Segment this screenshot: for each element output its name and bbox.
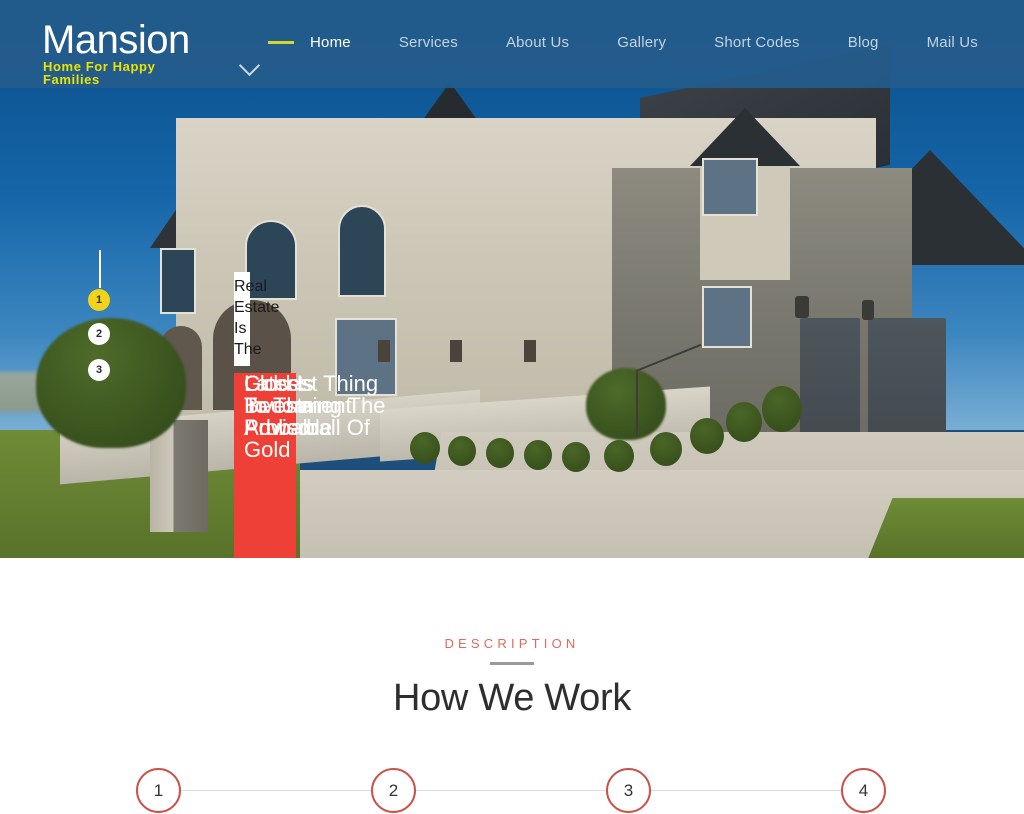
- tree-left: [36, 318, 186, 448]
- hero-slider: Mansion Home For Happy Families Home Ser…: [0, 0, 1024, 558]
- lawn-right: [867, 498, 1024, 558]
- step-1[interactable]: 1: [136, 768, 181, 813]
- handrail-post: [636, 372, 638, 436]
- step-3[interactable]: 3: [606, 768, 651, 813]
- shrub-4: [524, 440, 552, 470]
- stone-pillar: [150, 420, 208, 532]
- nav-item-blog[interactable]: Blog: [824, 34, 903, 51]
- section-eyebrow: DESCRIPTION: [444, 636, 580, 651]
- step-2[interactable]: 2: [371, 768, 416, 813]
- shrub-1: [410, 432, 440, 464]
- window-far-left: [160, 248, 196, 314]
- slider-bullet-1[interactable]: 1: [88, 289, 110, 311]
- section-divider: [490, 662, 534, 665]
- tree-center: [586, 368, 666, 440]
- wall-lamp-right: [862, 300, 874, 320]
- site-logo[interactable]: Mansion Home For Happy Families: [42, 18, 272, 86]
- logo-title: Mansion: [42, 18, 190, 62]
- main-navigation: Home Services About Us Gallery Short Cod…: [268, 34, 1002, 51]
- nav-item-home[interactable]: Home: [310, 34, 375, 51]
- garage-door-right: [868, 318, 946, 438]
- how-we-work-steps: 1 2 3 4: [0, 768, 1024, 814]
- description-section: DESCRIPTION How We Work: [0, 558, 1024, 800]
- shrub-3: [486, 438, 514, 468]
- shrub-8: [690, 418, 724, 454]
- nav-item-mail-us[interactable]: Mail Us: [903, 34, 1002, 51]
- step-connector-3: [651, 790, 841, 791]
- slider-bullet-2[interactable]: 2: [88, 323, 110, 345]
- nav-item-services[interactable]: Services: [375, 34, 482, 51]
- window-lower-right: [702, 286, 752, 348]
- nav-item-short-codes[interactable]: Short Codes: [690, 34, 824, 51]
- slide-title-3: Closest Thing To The Powerball Of Gold: [244, 371, 379, 462]
- lantern-left: [378, 340, 390, 362]
- lantern-third: [524, 340, 536, 362]
- active-nav-dash-icon: [268, 41, 294, 44]
- shrub-2: [448, 436, 476, 466]
- section-title: How We Work: [392, 677, 632, 719]
- shrub-6: [604, 440, 634, 472]
- step-connector-1: [181, 790, 371, 791]
- shrub-9: [726, 402, 762, 442]
- step-4[interactable]: 4: [841, 768, 886, 813]
- nav-item-about-us[interactable]: About Us: [482, 34, 593, 51]
- slider-bullet-3[interactable]: 3: [88, 359, 110, 381]
- slide-subtitle: Real Estate Is The: [234, 272, 279, 366]
- site-header: Mansion Home For Happy Families Home Ser…: [0, 0, 1024, 88]
- slider-pagination-line: [99, 250, 101, 288]
- lantern-right: [450, 340, 462, 362]
- step-connector-2: [416, 790, 606, 791]
- nav-item-gallery[interactable]: Gallery: [593, 34, 690, 51]
- shrub-10: [762, 386, 802, 432]
- shrub-5: [562, 442, 590, 472]
- logo-tagline: Home For Happy Families: [43, 59, 156, 87]
- wall-lamp-left: [795, 296, 809, 318]
- garage-door-left: [800, 318, 860, 438]
- window-dormer: [702, 158, 758, 216]
- window-arched-center: [338, 205, 386, 297]
- shrub-7: [650, 432, 682, 466]
